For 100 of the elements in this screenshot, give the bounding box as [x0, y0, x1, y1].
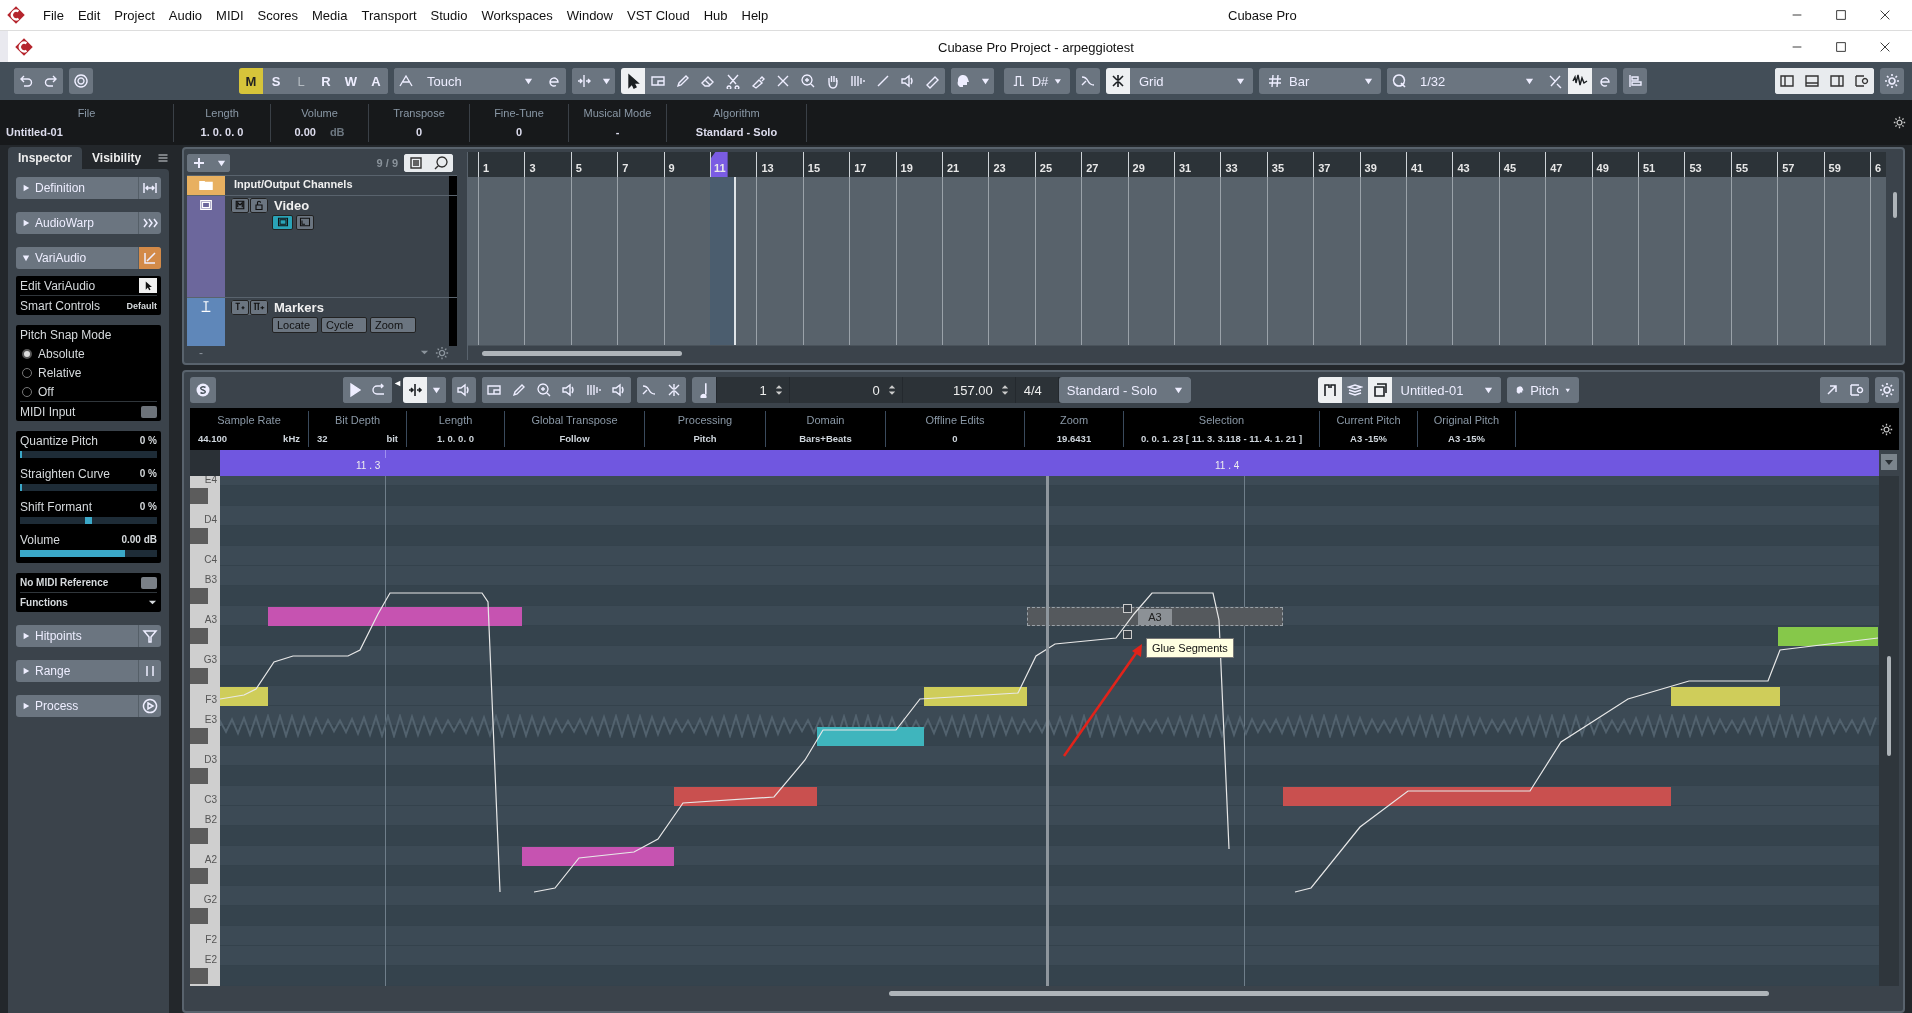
- number-field[interactable]: 157.00: [902, 377, 1015, 403]
- piano-key[interactable]: E4: [190, 476, 220, 486]
- info-value[interactable]: A3 -15%: [1350, 432, 1387, 444]
- bar-number: 13: [761, 162, 775, 176]
- menu-item[interactable]: Edit: [70, 7, 108, 23]
- menu-item[interactable]: Workspaces: [474, 7, 560, 23]
- piano-key[interactable]: B2: [190, 806, 220, 826]
- menu-item[interactable]: Media: [305, 7, 355, 23]
- smart-controls-dropdown[interactable]: Default: [126, 300, 157, 311]
- track-header[interactable]: Markers Locate Cycle Zoom: [187, 296, 457, 346]
- bar-number: 25: [1039, 162, 1054, 176]
- info-label: Original Pitch: [1432, 414, 1501, 427]
- piano-key[interactable]: B3: [190, 566, 220, 586]
- section-title: Process: [35, 699, 80, 713]
- info-label: Transpose: [392, 107, 446, 119]
- bar-number: 47: [1550, 162, 1564, 176]
- section-title: VariAudio: [35, 251, 88, 265]
- piano-key[interactable]: A2: [190, 846, 220, 866]
- menu-item[interactable]: Audio: [161, 7, 210, 23]
- marker-track-button[interactable]: Zoom: [370, 316, 416, 333]
- inspector-section-header[interactable]: Definition: [16, 177, 161, 199]
- bar-number: 57: [1782, 162, 1796, 176]
- inspector-section-header[interactable]: Hitpoints: [16, 625, 161, 647]
- mode-dropdown[interactable]: Pitch: [1506, 377, 1579, 403]
- menu-item[interactable]: MIDI: [209, 7, 251, 23]
- menu-item[interactable]: Scores: [250, 7, 305, 23]
- info-value[interactable]: 1. 0. 0. 0: [437, 432, 474, 444]
- inspector-section-header[interactable]: Process: [16, 695, 161, 717]
- piano-key[interactable]: D4: [190, 506, 220, 526]
- slider-label: Straighten Curve: [20, 466, 111, 481]
- track-header[interactable]: Video: [187, 194, 457, 297]
- bar-number: 1: [483, 162, 491, 176]
- grid-type-dropdown[interactable]: Bar: [1259, 68, 1381, 94]
- number-field[interactable]: 0: [789, 377, 902, 403]
- piano-key[interactable]: E2: [190, 946, 220, 966]
- event-ruler[interactable]: 11 . 3 11 . 4: [220, 450, 1879, 476]
- bar-number: 39: [1364, 162, 1378, 176]
- inspector-section-header[interactable]: AudioWarp: [16, 212, 161, 234]
- info-value[interactable]: 0.00: [294, 126, 316, 138]
- bar-number: 35: [1271, 162, 1286, 176]
- bar-number: 55: [1735, 162, 1750, 176]
- menu-item[interactable]: VST Cloud: [620, 7, 697, 23]
- info-value[interactable]: -: [615, 126, 620, 138]
- piano-key[interactable]: D3: [190, 746, 220, 766]
- inspector-section-header[interactable]: VariAudio: [16, 247, 161, 269]
- bar-number: 19: [900, 162, 914, 176]
- menu-item[interactable]: File: [36, 7, 71, 23]
- track-header[interactable]: Input/Output Channels: [187, 174, 457, 195]
- info-value[interactable]: 0: [952, 432, 958, 444]
- info-value[interactable]: 1. 0. 0. 0: [200, 126, 244, 138]
- menu-item[interactable]: Studio: [423, 7, 475, 23]
- panel-label: No MIDI Reference: [20, 577, 109, 588]
- bar-number: 49: [1596, 162, 1610, 176]
- info-label: Volume: [300, 107, 339, 119]
- info-value[interactable]: 44.100: [198, 432, 228, 444]
- number-field[interactable]: 1: [716, 377, 789, 403]
- piano-key[interactable]: G2: [190, 886, 220, 906]
- piano-key[interactable]: A3: [190, 606, 220, 626]
- pitch-segment[interactable]: A3: [1027, 607, 1283, 626]
- project-ruler[interactable]: 1 3 5 7 9 11 13 15 17 19 21 23 25 27 29 31 33 35 37 39 41 43 45 47 49 51 53 55 57 59 6: [468, 152, 1886, 177]
- piano-key[interactable]: C3: [190, 786, 220, 806]
- piano-key[interactable]: C4: [190, 546, 220, 566]
- info-value[interactable]: A3 -15%: [1448, 432, 1485, 444]
- piano-key[interactable]: E3: [190, 706, 220, 726]
- piano-key[interactable]: G3: [190, 646, 220, 666]
- automation-toggle[interactable]: M: [239, 68, 263, 94]
- info-value[interactable]: 0: [515, 126, 523, 138]
- slider-reading: 0 %: [139, 501, 157, 512]
- panel-label: MIDI Input: [20, 404, 76, 419]
- info-value[interactable]: Untitled-01: [6, 126, 63, 138]
- key-dropdown[interactable]: D#: [1004, 68, 1070, 94]
- inspector-tab[interactable]: Visibility: [82, 147, 152, 169]
- track-name: Video: [274, 197, 310, 213]
- inspector-section-header[interactable]: Range: [16, 660, 161, 682]
- functions-dropdown[interactable]: Functions: [20, 597, 68, 608]
- info-value[interactable]: 0. 0. 1. 23 [ 11. 3. 3.118 - 11. 4. 1. 21 ]: [1140, 432, 1303, 444]
- menu-item[interactable]: Help: [734, 7, 776, 23]
- info-value[interactable]: Pitch: [693, 432, 717, 444]
- algorithm-dropdown[interactable]: Standard - Solo: [1058, 377, 1191, 403]
- panel-label: Smart Controls: [20, 298, 101, 313]
- piano-key[interactable]: F2: [190, 926, 220, 946]
- bar-number: 27: [1086, 162, 1100, 176]
- info-value[interactable]: 0: [415, 126, 423, 138]
- panel-label: Edit VariAudio: [20, 278, 96, 293]
- inspector-tab[interactable]: Inspector: [8, 147, 82, 169]
- info-value[interactable]: Follow: [559, 432, 590, 444]
- info-value[interactable]: Bars+Beats: [799, 432, 852, 444]
- piano-key[interactable]: F3: [190, 686, 220, 706]
- bar-number: 3: [529, 162, 537, 176]
- marker-track-button[interactable]: Cycle: [321, 316, 367, 333]
- menu-item[interactable]: Project: [107, 7, 162, 23]
- menu-item[interactable]: Window: [559, 7, 620, 23]
- marker-track-button[interactable]: Locate: [272, 316, 318, 333]
- menu-item[interactable]: Transport: [354, 7, 424, 23]
- info-value[interactable]: 19.6431: [1056, 432, 1092, 444]
- time-signature-field[interactable]: 4/4: [1015, 377, 1058, 403]
- info-value[interactable]: 32: [317, 432, 328, 444]
- info-value[interactable]: Standard - Solo: [695, 126, 778, 138]
- menu-item[interactable]: Hub: [696, 7, 735, 23]
- bar-number: 6: [1875, 162, 1883, 176]
